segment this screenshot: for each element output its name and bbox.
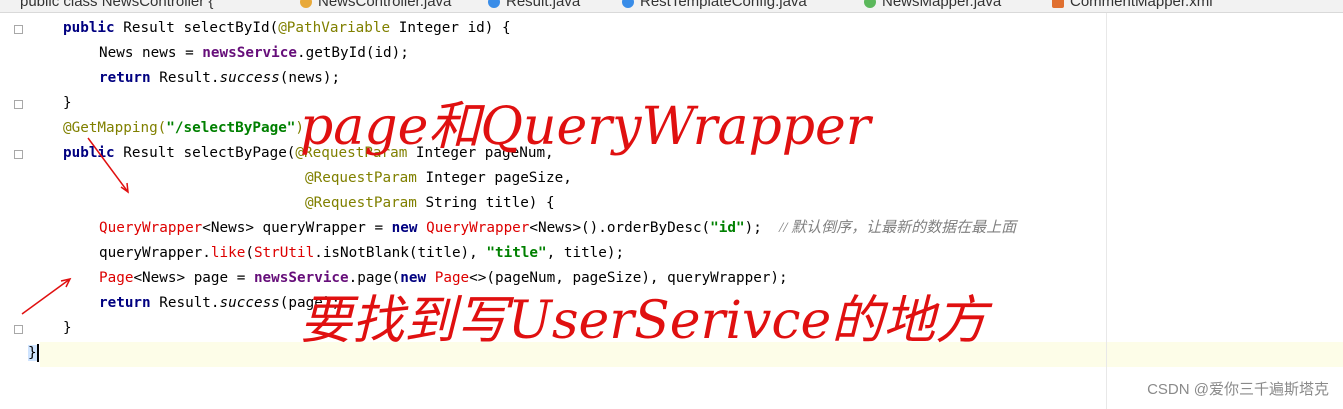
csdn-watermark: CSDN @爱你三千遍斯塔克 [1147,381,1329,398]
handwritten-note-find-service: 要找到写UserSerivce的地方 [300,291,988,351]
handwritten-note-page-querywrapper: page和QueryWrapper [300,97,871,157]
arrow-to-querywrapper [87,137,129,193]
arrow-to-page [21,278,71,315]
